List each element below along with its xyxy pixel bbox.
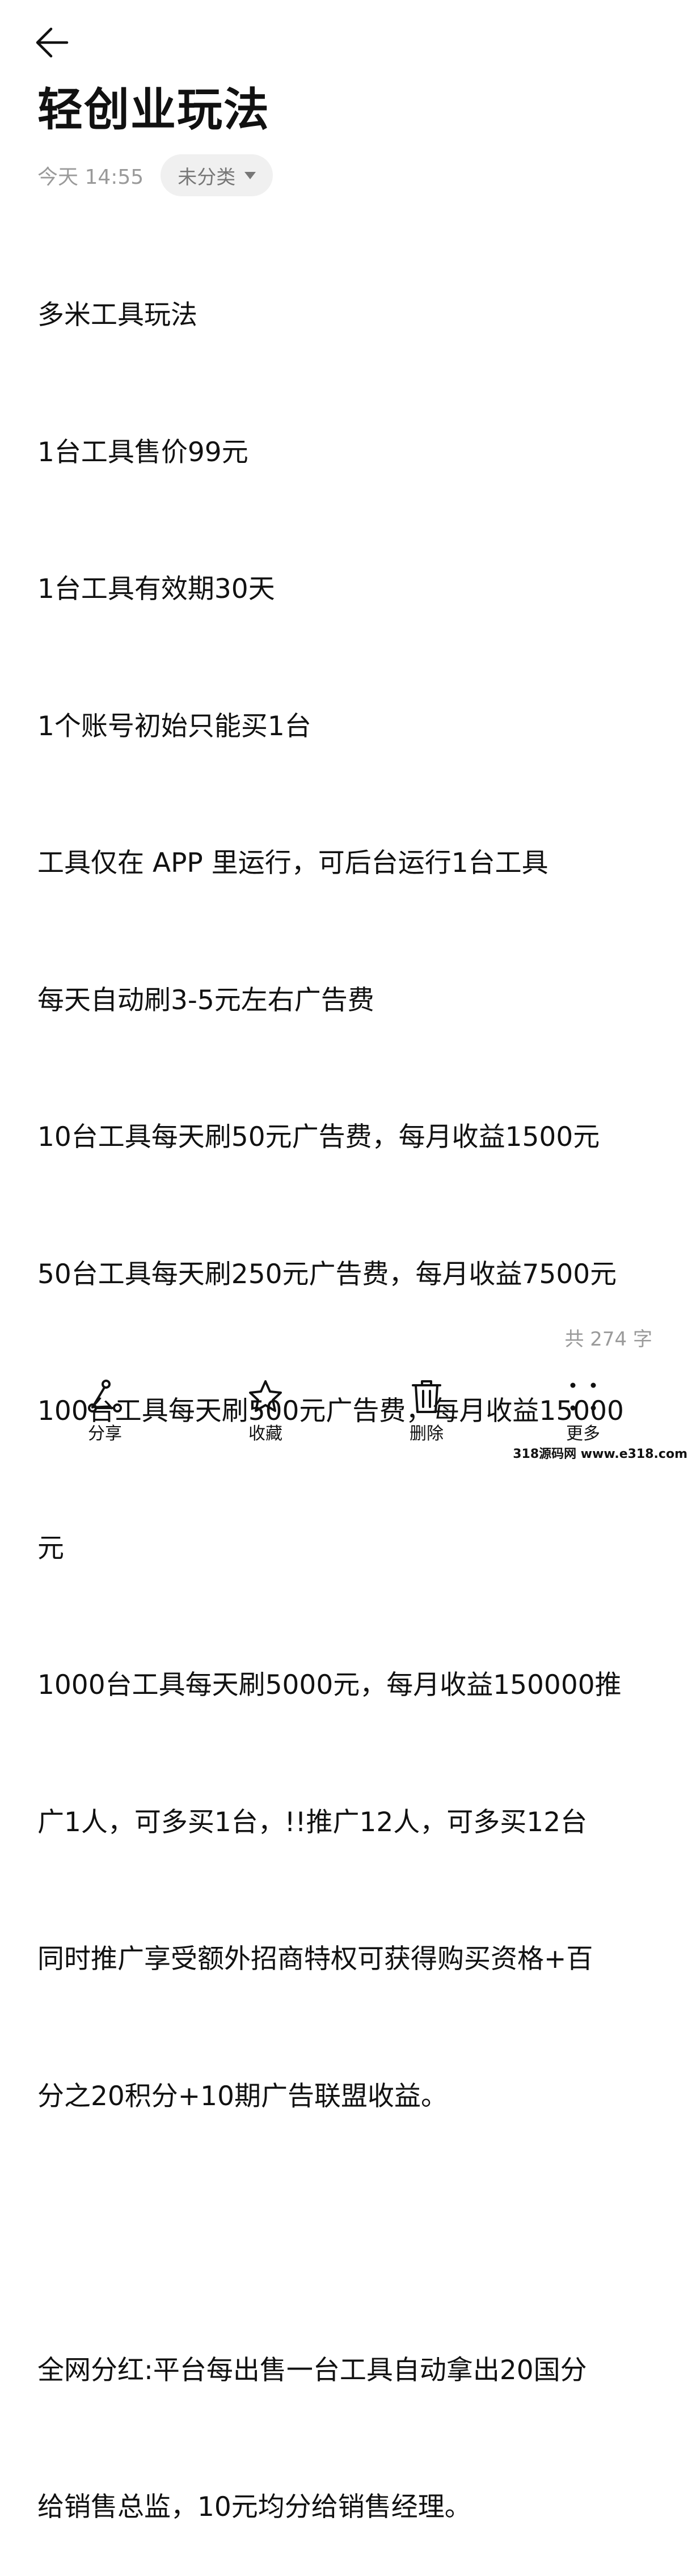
more-label: 更多 <box>566 1424 600 1444</box>
site-watermark: 318源码网 www.e318.com <box>510 1444 690 1462</box>
body-line: 1个账号初始只能买1台 <box>37 710 311 742</box>
body-line: 1台工具售价99元 <box>37 436 248 468</box>
more-button[interactable]: 更多 <box>532 1378 634 1444</box>
share-button[interactable]: 分享 <box>54 1378 156 1444</box>
body-line: 元 <box>37 1532 64 1564</box>
more-dots-icon <box>532 1378 634 1415</box>
body-line: 50台工具每天刷250元广告费，每月收益7500元 <box>37 1258 617 1290</box>
share-label: 分享 <box>88 1424 122 1444</box>
arrow-left-icon <box>34 27 69 61</box>
star-icon <box>214 1378 317 1415</box>
body-line: 全网分红:平台每出售一台工具自动拿出20国分 <box>37 2354 587 2386</box>
category-label: 未分类 <box>178 166 236 189</box>
body-line: 10台工具每天刷50元广告费，每月收益1500元 <box>37 1122 600 1153</box>
body-line: 广1人，可多买1台，!!推广12人，可多买12台 <box>37 1806 588 1838</box>
body-line: 分之20积分+10期广告联盟收益。 <box>37 2080 448 2112</box>
chevron-down-icon <box>244 171 256 179</box>
body-line: 每天自动刷3-5元左右广告费 <box>37 984 374 1016</box>
note-date: 今天 14:55 <box>37 166 144 189</box>
body-line: 多米工具玩法 <box>37 300 197 331</box>
body-line: 给销售总监，10元均分给销售经理。 <box>37 2491 471 2523</box>
char-count: 共 274 字 <box>564 1328 652 1351</box>
share-icon <box>54 1378 156 1415</box>
body-line: 同时推广享受额外招商特权可获得购买资格+百 <box>37 1943 593 1975</box>
body-line: 工具仅在 APP 里运行，可后台运行1台工具 <box>37 848 548 879</box>
body-line: 1台工具有效期30天 <box>37 574 275 605</box>
note-title[interactable]: 轻创业玩法 <box>37 85 270 135</box>
body-line: 1000台工具每天刷5000元，每月收益150000推 <box>37 1669 622 1701</box>
body-line-empty <box>37 2211 667 2257</box>
back-button[interactable] <box>34 26 79 62</box>
favorite-button[interactable]: 收藏 <box>214 1378 317 1444</box>
category-dropdown[interactable]: 未分类 <box>161 154 273 196</box>
favorite-label: 收藏 <box>248 1424 282 1444</box>
trash-icon <box>375 1378 478 1415</box>
note-meta: 今天 14:55 未分类 <box>37 154 273 196</box>
delete-button[interactable]: 删除 <box>375 1378 478 1444</box>
delete-label: 删除 <box>410 1424 444 1444</box>
